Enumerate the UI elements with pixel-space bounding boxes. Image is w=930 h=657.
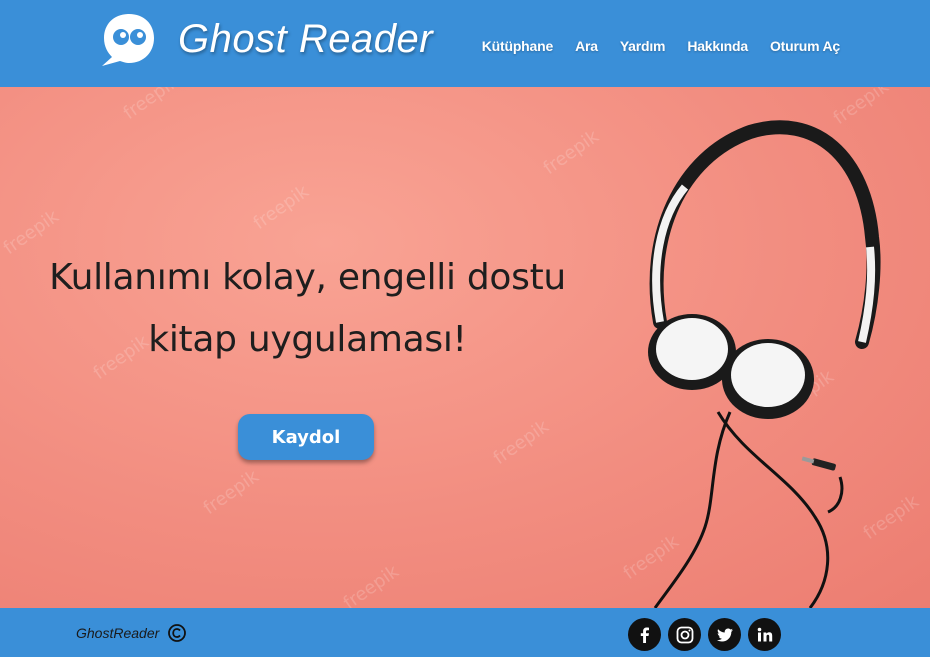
watermark: freepik <box>489 416 553 469</box>
footer: GhostReader <box>0 608 930 657</box>
brand-title: Ghost Reader <box>178 17 434 61</box>
linkedin-icon[interactable] <box>748 618 781 651</box>
nav-login[interactable]: Oturum Aç <box>770 38 840 54</box>
nav-about[interactable]: Hakkında <box>687 38 748 54</box>
social-links <box>628 618 781 651</box>
headphones-image <box>648 120 881 608</box>
hero-section: freepik freepik freepik freepik freepik … <box>0 87 930 608</box>
headline-line-1: Kullanımı kolay, engelli dostu <box>49 257 566 298</box>
headline-line-2: kitap uygulaması! <box>148 319 467 360</box>
hero-headline: Kullanımı kolay, engelli dostu kitap uyg… <box>40 247 575 371</box>
footer-brand: GhostReader <box>76 625 160 641</box>
watermark: freepik <box>539 126 603 179</box>
twitter-icon[interactable] <box>708 618 741 651</box>
copyright-icon <box>168 624 186 642</box>
speech-bubble-eyes-icon[interactable] <box>100 11 158 69</box>
facebook-icon[interactable] <box>628 618 661 651</box>
nav-search[interactable]: Ara <box>575 38 598 54</box>
main-nav: Kütüphane Ara Yardım Hakkında Oturum Aç <box>482 38 840 54</box>
watermark: freepik <box>199 466 263 519</box>
watermark: freepik <box>119 87 183 124</box>
watermark: freepik <box>249 181 313 234</box>
header: Ghost Reader Kütüphane Ara Yardım Hakkın… <box>0 0 930 87</box>
signup-button[interactable]: Kaydol <box>238 414 374 460</box>
nav-help[interactable]: Yardım <box>620 38 666 54</box>
nav-library[interactable]: Kütüphane <box>482 38 554 54</box>
watermark: freepik <box>339 561 403 608</box>
instagram-icon[interactable] <box>668 618 701 651</box>
